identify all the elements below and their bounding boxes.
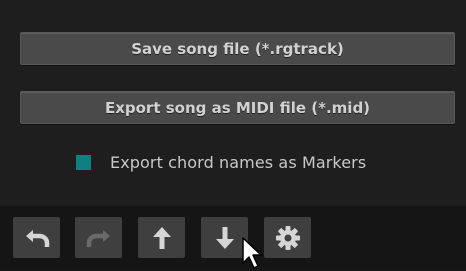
song-file-panel: Save song file (*.rgtrack) Export song a… [0, 0, 466, 206]
settings-button[interactable] [264, 217, 311, 258]
export-chord-markers-checkbox[interactable] [76, 154, 91, 170]
export-midi-button[interactable]: Export song as MIDI file (*.mid) [20, 91, 455, 124]
gear-icon [275, 225, 300, 250]
undo-icon [25, 229, 49, 247]
export-chord-markers-option[interactable]: Export chord names as Markers [76, 150, 366, 174]
undo-button[interactable] [13, 217, 60, 258]
save-song-file-button[interactable]: Save song file (*.rgtrack) [20, 32, 455, 65]
move-up-button[interactable] [138, 217, 185, 258]
move-down-button[interactable] [201, 217, 248, 258]
arrow-down-icon [215, 226, 234, 249]
redo-icon [86, 229, 110, 247]
arrow-up-icon [152, 226, 171, 249]
toolbar [0, 206, 466, 270]
export-chord-markers-label: Export chord names as Markers [110, 152, 367, 172]
redo-button[interactable] [75, 217, 122, 258]
